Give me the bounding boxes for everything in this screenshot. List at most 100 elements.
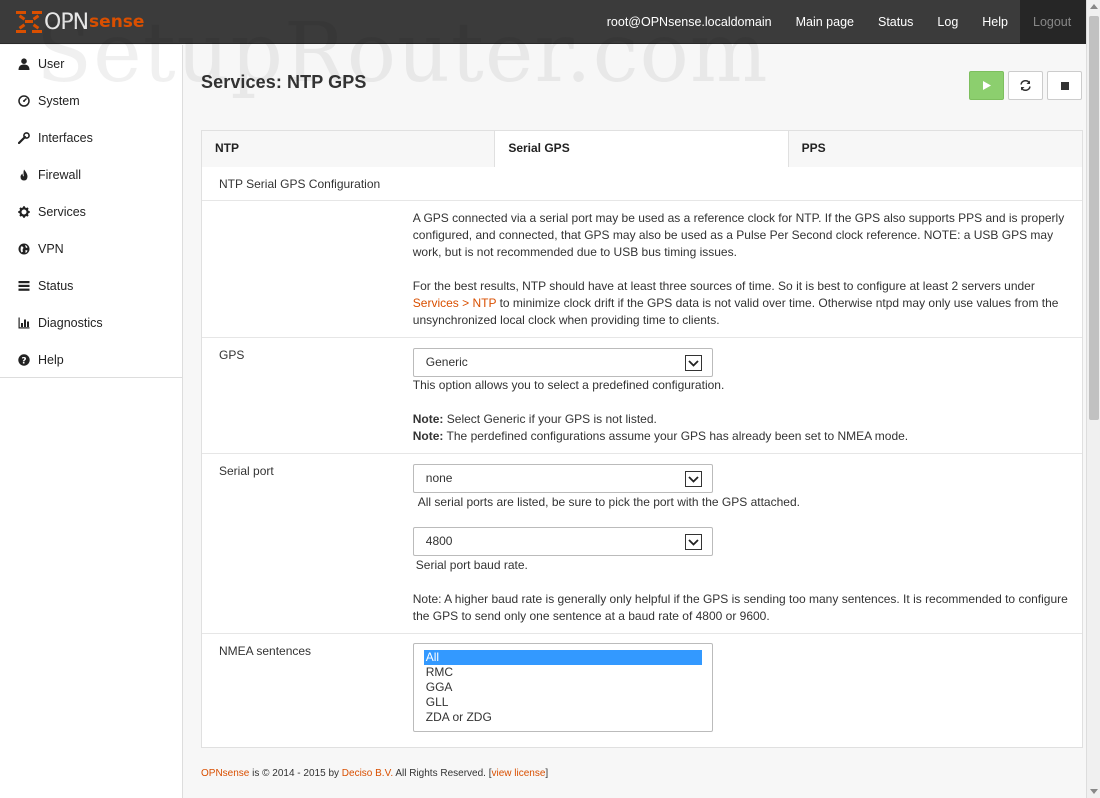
sidebar-item-user[interactable]: User — [0, 45, 182, 82]
gps-value: Generic This option allows you to select… — [412, 338, 1082, 453]
footer-license-link[interactable]: view license — [491, 768, 545, 779]
logo-mark-icon — [16, 11, 42, 33]
logout-button[interactable]: Logout — [1020, 0, 1086, 44]
tab-ntp[interactable]: NTP — [202, 131, 496, 167]
stop-icon — [1060, 81, 1069, 90]
sidebar-item-label: Diagnostics — [38, 315, 103, 330]
sidebar-item-firewall[interactable]: Firewall — [0, 156, 182, 193]
gps-selected-value: Generic — [425, 355, 468, 369]
nmea-option-gll[interactable]: GLL — [424, 695, 702, 710]
chevron-down-icon — [684, 534, 702, 550]
restart-service-button[interactable] — [1008, 71, 1043, 100]
intro-row: A GPS connected via a serial port may be… — [202, 201, 1082, 338]
play-icon — [983, 81, 991, 90]
intro-label — [202, 201, 413, 337]
gps-label: GPS — [219, 348, 245, 362]
opnsense-logo[interactable]: OPN sense — [16, 9, 144, 35]
sidebar-item-interfaces[interactable]: Interfaces — [0, 119, 182, 156]
gps-note-2: Note: The perdefined configurations assu… — [413, 428, 1072, 445]
vertical-scrollbar[interactable] — [1086, 0, 1100, 798]
gps-note-1: Note: Select Generic if your GPS is not … — [413, 411, 1072, 428]
nmea-option-zda[interactable]: ZDA or ZDG — [424, 710, 702, 725]
tab-pps[interactable]: PPS — [788, 131, 1082, 167]
nav-log-link[interactable]: Log — [925, 0, 970, 44]
nav-status-link[interactable]: Status — [866, 0, 925, 44]
nav-user-link[interactable]: root@OPNsense.localdomain — [595, 0, 784, 44]
nav-help-link[interactable]: Help — [970, 0, 1020, 44]
serial-port-select[interactable]: none — [412, 464, 713, 493]
sidebar: User System Interfaces Firewall Services — [0, 45, 183, 798]
section-heading: NTP Serial GPS Configuration — [202, 167, 1082, 201]
sidebar-item-system[interactable]: System — [0, 82, 182, 119]
note-label: Note: — [412, 429, 444, 443]
sidebar-item-diagnostics[interactable]: Diagnostics — [0, 304, 182, 341]
page-title: Services: NTP GPS — [201, 72, 367, 92]
fire-icon — [17, 168, 30, 181]
services-ntp-link[interactable]: Services > NTP — [413, 296, 496, 310]
globe-icon — [17, 242, 30, 255]
serial-port-selected-value: none — [425, 471, 453, 485]
sidebar-item-label: Services — [38, 204, 86, 219]
nmea-label: NMEA sentences — [219, 644, 312, 658]
sidebar-item-label: System — [38, 93, 80, 108]
nmea-option-all[interactable]: All — [423, 650, 702, 665]
scroll-up-arrow-icon[interactable] — [1090, 4, 1098, 9]
stop-service-button[interactable] — [1047, 71, 1082, 100]
nmea-sentences-listbox[interactable]: All RMC GGA GLL ZDA or ZDG — [412, 643, 713, 732]
gps-help: This option allows you to select a prede… — [412, 378, 725, 392]
gps-select[interactable]: Generic — [412, 348, 713, 377]
sidebar-item-label: Help — [38, 352, 64, 367]
chevron-down-icon — [684, 471, 702, 487]
nav-main-page-link[interactable]: Main page — [784, 0, 866, 44]
footer-text-3: ] — [545, 768, 549, 779]
serial-port-row: Serial port none All serial ports are li… — [202, 454, 1082, 634]
bar-chart-icon — [17, 316, 30, 329]
footer-company-link[interactable]: Deciso B.V. — [342, 768, 393, 779]
scroll-down-arrow-icon[interactable] — [1090, 789, 1098, 794]
nmea-option-gga[interactable]: GGA — [424, 680, 702, 695]
footer-text-1: is © 2014 - 2015 by — [249, 768, 342, 779]
sidebar-item-label: User — [38, 56, 65, 71]
sidebar-item-vpn[interactable]: VPN — [0, 230, 182, 267]
chevron-down-icon — [684, 355, 702, 371]
start-service-button[interactable] — [969, 71, 1004, 100]
intro-paragraph-1: A GPS connected via a serial port may be… — [412, 211, 1065, 259]
nmea-option-rmc[interactable]: RMC — [424, 665, 702, 680]
sidebar-item-help[interactable]: ? Help — [0, 341, 182, 378]
serial-port-value: none All serial ports are listed, be sur… — [412, 454, 1082, 633]
service-controls — [969, 71, 1086, 100]
nmea-row: NMEA sentences All RMC GGA GLL ZDA or ZD… — [202, 634, 1082, 740]
dashboard-icon — [17, 94, 30, 107]
sidebar-item-label: Firewall — [38, 167, 82, 182]
footer-brand-link[interactable]: OPNsense — [201, 768, 249, 779]
main-content: Services: NTP GPS NTP Serial GPS PPS NTP… — [184, 45, 1086, 798]
serial-port-help: All serial ports are listed, be sure to … — [417, 495, 800, 509]
serial-port-label: Serial port — [219, 464, 274, 478]
baud-rate-note: Note: A higher baud rate is generally on… — [412, 592, 1068, 623]
tasks-icon — [17, 279, 30, 292]
sidebar-item-label: Interfaces — [38, 130, 93, 145]
baud-rate-help: Serial port baud rate. — [415, 558, 528, 572]
tab-serial-gps[interactable]: Serial GPS — [495, 131, 789, 167]
scrollbar-thumb[interactable] — [1089, 16, 1099, 420]
footer: OPNsense is © 2014 - 2015 by Deciso B.V.… — [201, 768, 548, 779]
top-nav: root@OPNsense.localdomain Main page Stat… — [595, 0, 1086, 44]
tab-bar: NTP Serial GPS PPS — [202, 131, 1082, 167]
sidebar-item-services[interactable]: Services — [0, 193, 182, 230]
logo-text-opn: OPN — [44, 9, 89, 35]
cog-icon — [17, 205, 30, 218]
gps-row: GPS Generic This option allows you to se… — [202, 338, 1082, 454]
intro-text-b: to minimize clock drift if the GPS data … — [412, 296, 1059, 327]
sidebar-item-status[interactable]: Status — [0, 267, 182, 304]
intro-paragraph-2: For the best results, NTP should have at… — [413, 278, 1072, 329]
gps-note-1-text: Select Generic if your GPS is not listed… — [443, 412, 657, 426]
settings-panel: NTP Serial GPS PPS NTP Serial GPS Config… — [201, 130, 1083, 748]
sidebar-item-label: VPN — [38, 241, 64, 256]
footer-text-2: All Rights Reserved. [ — [393, 768, 492, 779]
baud-rate-select[interactable]: 4800 — [412, 527, 713, 556]
user-icon — [17, 57, 30, 70]
gps-note-2-text: The perdefined configurations assume you… — [443, 429, 909, 443]
intro-text: A GPS connected via a serial port may be… — [413, 201, 1082, 337]
top-navbar: OPN sense root@OPNsense.localdomain Main… — [0, 0, 1086, 44]
logo-text-sense: sense — [89, 12, 145, 32]
